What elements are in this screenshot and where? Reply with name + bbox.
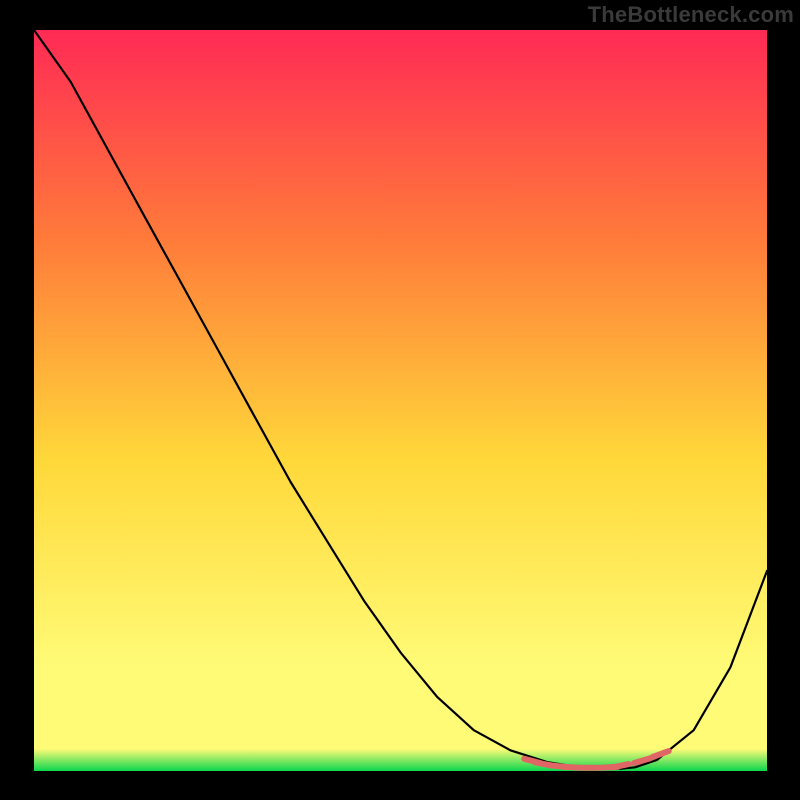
marker-dash — [564, 767, 581, 768]
gradient-background — [34, 30, 767, 771]
chart-frame: TheBottleneck.com — [0, 0, 800, 800]
marker-dash — [612, 764, 629, 767]
chart-svg — [0, 0, 800, 800]
